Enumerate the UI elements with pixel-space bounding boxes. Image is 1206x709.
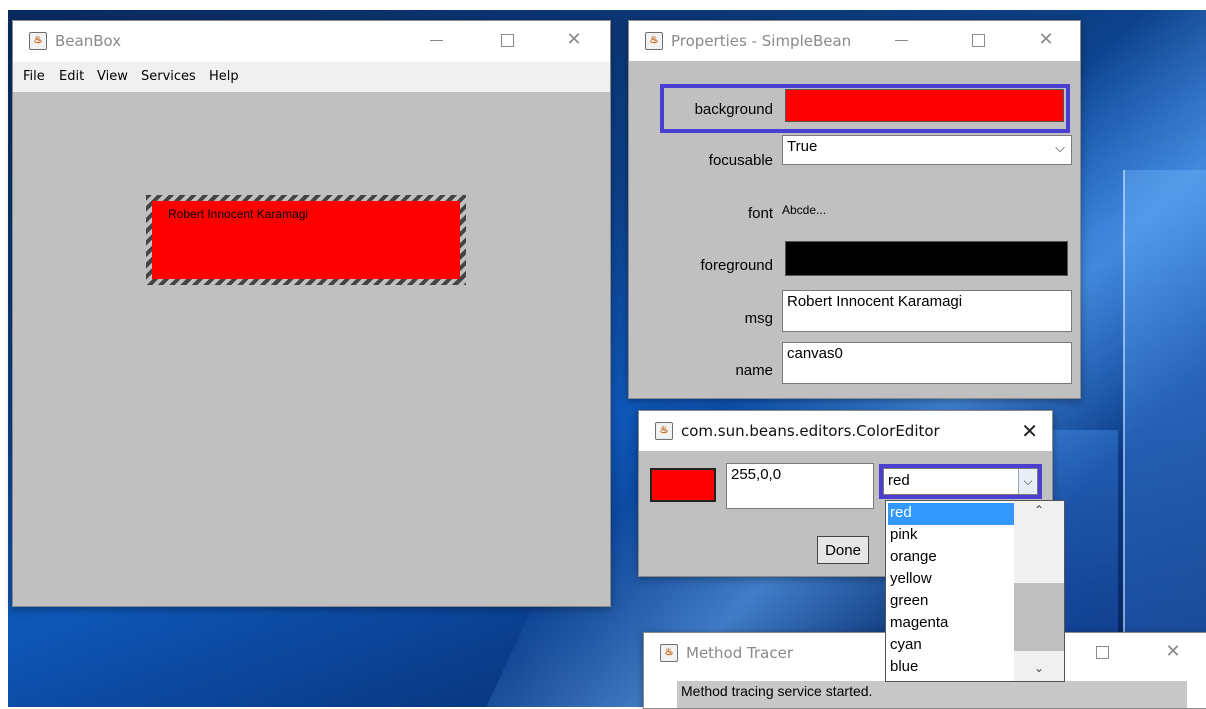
bean-body: Robert Innocent Karamagi xyxy=(152,201,460,279)
close-icon[interactable]: ✕ xyxy=(1021,419,1038,443)
color-editor-titlebar[interactable]: ♨ com.sun.beans.editors.ColorEditor ✕ xyxy=(639,411,1052,451)
focusable-label: focusable xyxy=(708,152,773,169)
color-option[interactable]: green xyxy=(888,591,1015,613)
menu-edit[interactable]: Edit xyxy=(59,69,84,84)
java-cup-icon: ♨ xyxy=(655,422,673,440)
foreground-label: foreground xyxy=(700,257,773,274)
minimize-icon[interactable] xyxy=(887,29,915,51)
close-icon[interactable]: ✕ xyxy=(1032,29,1060,51)
properties-titlebar[interactable]: ♨ Properties - SimpleBean ✕ xyxy=(629,21,1080,61)
java-cup-icon: ♨ xyxy=(29,32,47,50)
close-icon[interactable]: ✕ xyxy=(1159,641,1187,663)
maximize-icon[interactable] xyxy=(964,29,992,51)
chevron-down-icon: ⌵ xyxy=(1055,140,1065,155)
chevron-down-icon[interactable]: ⌵ xyxy=(1018,469,1037,494)
msg-input[interactable]: Robert Innocent Karamagi xyxy=(782,290,1072,332)
focusable-select[interactable]: True ⌵ xyxy=(782,135,1072,165)
properties-sheet: background focusable True ⌵ font Abcde..… xyxy=(629,61,1080,398)
maximize-icon[interactable] xyxy=(1088,641,1116,663)
font-label: font xyxy=(747,205,773,222)
color-option[interactable]: yellow xyxy=(888,569,1015,591)
rgb-input[interactable]: 255,0,0 xyxy=(726,463,874,509)
background-label: background xyxy=(694,101,773,118)
scroll-up-icon[interactable]: ⌃ xyxy=(1014,503,1064,523)
name-input[interactable]: canvas0 xyxy=(782,342,1072,384)
color-option[interactable]: orange xyxy=(888,547,1015,569)
java-cup-icon: ♨ xyxy=(645,32,663,50)
color-option[interactable]: blue xyxy=(888,657,1015,679)
done-button[interactable]: Done xyxy=(817,536,869,564)
beanbox-titlebar[interactable]: ♨ BeanBox ✕ xyxy=(13,21,610,61)
menu-bar: File Edit View Services Help xyxy=(13,62,610,92)
menu-file[interactable]: File xyxy=(23,69,45,84)
dropdown-scrollbar[interactable]: ⌃ ⌄ xyxy=(1014,501,1064,681)
maximize-icon[interactable] xyxy=(493,29,521,51)
scroll-down-icon[interactable]: ⌄ xyxy=(1014,661,1064,681)
color-option[interactable]: red xyxy=(888,503,1015,525)
msg-label: msg xyxy=(744,310,773,327)
menu-view[interactable]: View xyxy=(97,69,128,84)
color-option[interactable]: pink xyxy=(888,525,1015,547)
color-name-select[interactable]: red ⌵ xyxy=(883,468,1038,495)
color-option[interactable]: magenta xyxy=(888,613,1015,635)
tracer-log: Method tracing service started. xyxy=(677,681,1187,708)
scrollbar-thumb[interactable] xyxy=(1014,583,1064,651)
selected-bean[interactable]: Robert Innocent Karamagi xyxy=(146,195,466,285)
window-title: com.sun.beans.editors.ColorEditor xyxy=(681,422,940,440)
window-title: BeanBox xyxy=(55,32,122,50)
window-title: Properties - SimpleBean xyxy=(671,32,852,50)
properties-window: ♨ Properties - SimpleBean ✕ background f… xyxy=(628,20,1081,399)
color-dropdown-list[interactable]: red pink orange yellow green magenta cya… xyxy=(885,500,1065,682)
selected-color-name: red xyxy=(888,472,910,489)
window-title: Method Tracer xyxy=(686,644,793,662)
close-icon[interactable]: ✕ xyxy=(560,29,588,51)
menu-help[interactable]: Help xyxy=(209,69,239,84)
foreground-color-field[interactable] xyxy=(785,241,1068,276)
color-swatch xyxy=(650,468,716,502)
menu-services[interactable]: Services xyxy=(141,69,196,84)
beanbox-window: ♨ BeanBox ✕ File Edit View Services Help… xyxy=(12,20,611,607)
name-label: name xyxy=(735,362,773,379)
font-value[interactable]: Abcde... xyxy=(782,203,826,217)
bean-message: Robert Innocent Karamagi xyxy=(168,207,309,221)
color-option[interactable]: cyan xyxy=(888,635,1015,657)
minimize-icon[interactable] xyxy=(422,29,450,51)
java-cup-icon: ♨ xyxy=(660,644,678,662)
focusable-value: True xyxy=(787,138,818,155)
background-color-field[interactable] xyxy=(785,89,1064,122)
bean-canvas[interactable]: Robert Innocent Karamagi xyxy=(13,92,610,606)
